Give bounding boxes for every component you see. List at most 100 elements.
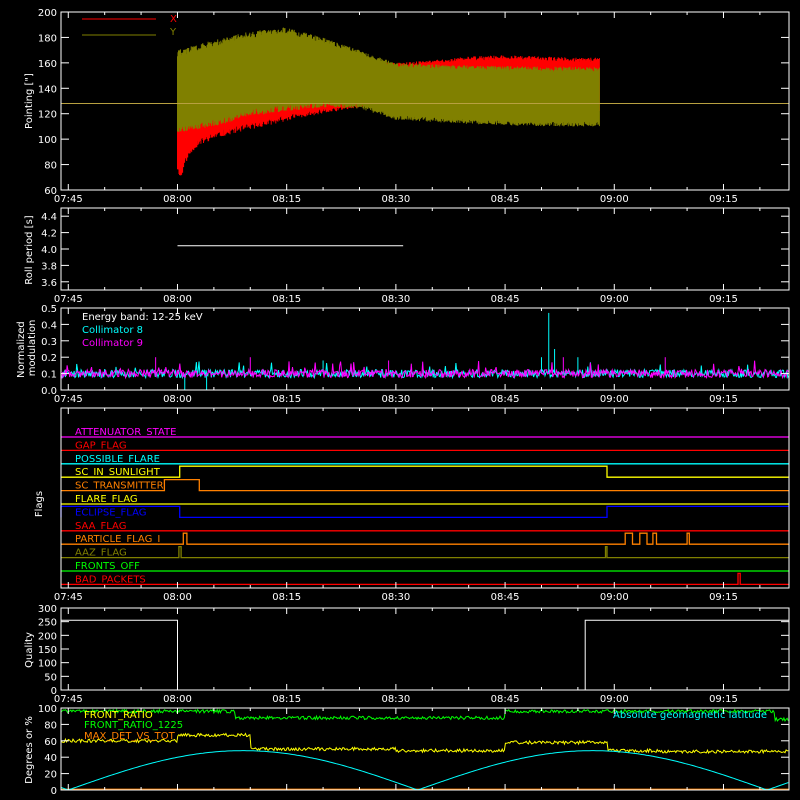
degrees-ytick-label: 20 — [44, 770, 57, 781]
quality-ytick-label: 250 — [38, 618, 57, 629]
pointing-xtick-label: 08:30 — [381, 194, 410, 205]
roll-ytick-label: 4.4 — [41, 212, 57, 223]
modulation-ylabel-line2: modulation — [27, 320, 38, 377]
quality-ylabel: Quality — [24, 632, 35, 668]
flag-label-saa-flag: SAA_FLAG — [75, 521, 126, 532]
quality-xtick-label: 08:15 — [272, 694, 301, 705]
modulation-xtick-label: 09:15 — [709, 394, 738, 405]
flags-xtick-label: 08:15 — [272, 592, 301, 603]
modulation-ytick-label: 0.4 — [41, 320, 57, 331]
quality-xtick-label: 08:45 — [491, 694, 520, 705]
roll-ylabel: Roll period [s] — [24, 215, 35, 284]
quality-traces — [61, 619, 789, 691]
quality-xtick-label: 07:45 — [54, 694, 83, 705]
panel-roll-period: 07:45 08:00 08:15 08:30 08:45 09:00 09:15 3.6 3.… — [24, 207, 790, 305]
flags-xtick-label: 08:30 — [381, 592, 410, 603]
flag-line-bad-packets — [61, 572, 789, 586]
flag-label-flare-flag: FLARE_FLAG — [75, 494, 138, 505]
pointing-ytick-label: 200 — [38, 8, 57, 19]
modulation-xtick-label: 09:00 — [600, 394, 629, 405]
flag-line-sc-in-sunlight — [61, 465, 789, 478]
pointing-ytick-label: 180 — [38, 33, 57, 44]
flag-line-particle-flag-i — [61, 532, 789, 545]
flag-traces: ATTENUATOR_STATE GAP_FLAG POSSIBLE_FLARE SC… — [60, 427, 789, 586]
legend-label-y: Y — [169, 27, 177, 38]
panel-modulation: 07:45 08:00 08:15 08:30 08:45 09:00 09:15 0.0 0.… — [16, 304, 790, 405]
quality-ytick-label: 300 — [38, 604, 57, 615]
flag-label-sc-in-sunlight: SC_IN_SUNLIGHT — [75, 467, 161, 478]
flag-label-eclipse-flag: ECLIPSE_FLAG — [75, 507, 146, 518]
degrees-ytick-label: 100 — [38, 704, 57, 715]
quality-line — [61, 619, 789, 691]
panel-degrees: 020406080100 Degrees or % FRONT_RATIO FR… — [24, 704, 790, 797]
modulation-ylabel-line1: Normalized — [16, 321, 27, 378]
flags-xtick-label: 08:45 — [491, 592, 520, 603]
flags-xtick-label: 08:00 — [163, 592, 192, 603]
modulation-ytick-label: 0.3 — [41, 337, 57, 348]
modulation-ytick-label: 0.1 — [41, 370, 57, 381]
roll-xtick-label: 07:45 — [54, 294, 83, 305]
flag-label-bad-packets: BAD_PACKETS — [75, 574, 146, 585]
figure: 07:45 08:00 08:15 08:30 08:45 09:00 09:15 60 80 1… — [16, 8, 790, 797]
pointing-xtick-label: 07:45 — [54, 194, 83, 205]
flag-line-aaz-flag — [61, 545, 789, 559]
pointing-xtick-label: 09:00 — [600, 194, 629, 205]
legend-front-ratio-1225: FRONT_RATIO_1225 — [84, 720, 183, 731]
roll-xtick-label: 08:45 — [491, 294, 520, 305]
modulation-xtick-label: 08:30 — [381, 394, 410, 405]
roll-xtick-label: 08:30 — [381, 294, 410, 305]
pointing-ylabel: Pointing ["] — [24, 73, 35, 129]
flag-label-gap-flag: GAP_FLAG — [75, 440, 127, 451]
roll-ytick-label: 4.0 — [41, 245, 57, 256]
degrees-ytick-label: 40 — [44, 753, 57, 764]
legend-collimator-9: Collimator 9 — [82, 338, 143, 349]
roll-ytick-label: 3.8 — [41, 261, 57, 272]
quality-xtick-label: 08:00 — [163, 694, 192, 705]
pointing-legend: X Y — [82, 14, 177, 38]
modulation-xtick-label: 08:45 — [491, 394, 520, 405]
flags-xtick-label: 07:45 — [54, 592, 83, 603]
pointing-ytick-label: 140 — [38, 84, 57, 95]
flag-line-eclipse-flag — [60, 505, 789, 519]
roll-xtick-label: 09:15 — [709, 294, 738, 305]
quality-axes: 07:45 08:00 08:15 08:30 08:45 09:00 09:15 0 50 10… — [38, 604, 790, 705]
panel-quality: 07:45 08:00 08:15 08:30 08:45 09:00 09:15 0 50 10… — [24, 604, 790, 705]
quality-xtick-label: 08:30 — [381, 694, 410, 705]
quality-xtick-label: 09:15 — [709, 694, 738, 705]
series-geomagnetic-latitude — [60, 750, 789, 791]
quality-ytick-label: 50 — [44, 672, 57, 683]
pointing-ytick-label: 120 — [38, 110, 57, 121]
pointing-ytick-label: 80 — [44, 161, 57, 172]
degrees-ytick-label: 60 — [44, 737, 57, 748]
degrees-ytick-label: 0 — [51, 786, 57, 797]
degrees-ytick-label: 80 — [44, 720, 57, 731]
modulation-xtick-label: 08:15 — [272, 394, 301, 405]
quality-ytick-label: 150 — [38, 645, 57, 656]
flag-label-sc-transmitter: SC_TRANSMITTER — [75, 481, 164, 492]
pointing-ytick-label: 60 — [44, 186, 57, 197]
modulation-traces — [60, 312, 790, 390]
flag-label-aaz-flag: AAZ_FLAG — [75, 548, 127, 559]
flags-xtick-label: 09:15 — [709, 592, 738, 603]
modulation-ytick-label: 0.0 — [41, 386, 57, 397]
flags-ylabel: Flags — [34, 491, 45, 517]
modulation-ytick-label: 0.5 — [41, 304, 57, 315]
flag-label-attenuator-state: ATTENUATOR_STATE — [75, 427, 176, 438]
pointing-xtick-label: 08:00 — [163, 194, 192, 205]
legend-collimator-8: Collimator 8 — [82, 325, 143, 336]
flags-xtick-label: 09:00 — [600, 592, 629, 603]
roll-xtick-label: 08:15 — [272, 294, 301, 305]
panel-flags: ATTENUATOR_STATE GAP_FLAG POSSIBLE_FLARE SC… — [34, 407, 790, 603]
roll-ytick-label: 3.6 — [41, 278, 57, 289]
degrees-ylabel: Degrees or % — [24, 716, 35, 784]
roll-ytick-label: 4.2 — [41, 229, 57, 240]
roll-frame — [60, 207, 790, 291]
pointing-traces — [61, 27, 789, 176]
pointing-xtick-label: 08:45 — [491, 194, 520, 205]
legend-label-x: X — [170, 14, 177, 25]
pointing-xtick-label: 08:15 — [272, 194, 301, 205]
quality-ytick-label: 0 — [51, 686, 57, 697]
modulation-ytick-label: 0.2 — [41, 353, 57, 364]
quality-ytick-label: 100 — [38, 659, 57, 670]
legend-max-det-vs-tot: MAX_DET_VS_TOT — [84, 731, 176, 742]
